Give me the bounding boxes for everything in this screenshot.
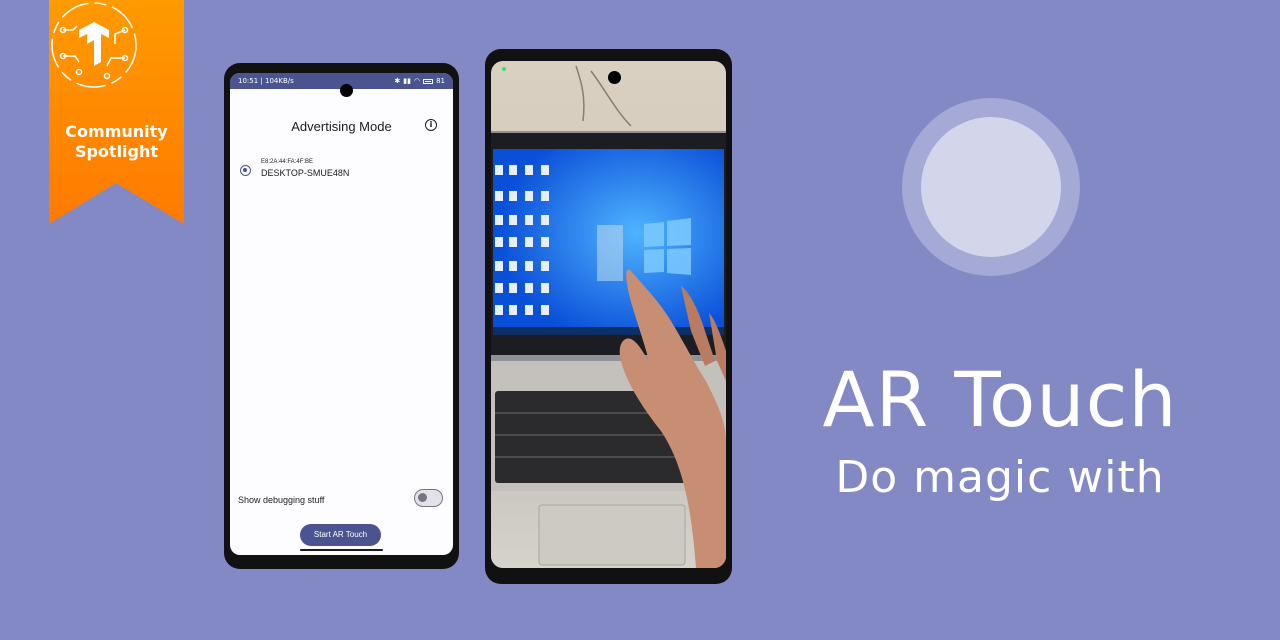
community-spotlight-ribbon: Community Spotlight bbox=[49, 0, 184, 224]
phone-camera-view bbox=[485, 49, 732, 584]
bluetooth-icon: ✱ bbox=[394, 77, 401, 85]
toggle-knob bbox=[418, 493, 427, 502]
front-camera-cutout bbox=[340, 84, 353, 97]
debug-toggle-label: Show debugging stuff bbox=[238, 495, 325, 505]
hero-title: AR Touch bbox=[822, 355, 1178, 444]
radio-button-selected[interactable] bbox=[240, 165, 251, 176]
front-camera-cutout bbox=[608, 71, 621, 84]
status-time: 10:51 bbox=[238, 77, 259, 85]
page-title: Advertising Mode bbox=[291, 119, 392, 134]
laptop-photo-illustration bbox=[491, 61, 726, 568]
battery-icon bbox=[423, 78, 434, 84]
device-mac-address: E8:2A:44:FA:4F:BE bbox=[261, 159, 314, 165]
status-left: 10:51 | 104KB/s bbox=[238, 77, 294, 85]
device-list-item[interactable]: E8:2A:44:FA:4F:BE DESKTOP-SMUE48N bbox=[240, 157, 440, 183]
start-ar-touch-button[interactable]: Start AR Touch bbox=[300, 524, 381, 546]
phone-app-screenshot: 10:51 | 104KB/s ✱ ▮▮ ◠ 81 Advertising Mo… bbox=[224, 63, 459, 569]
status-speed: 104KB/s bbox=[265, 77, 294, 85]
info-icon[interactable]: i bbox=[425, 119, 437, 131]
decorative-circle-inner bbox=[921, 117, 1061, 257]
wifi-icon: ◠ bbox=[413, 77, 421, 85]
camera-photo bbox=[491, 61, 726, 568]
debug-toggle-switch[interactable] bbox=[414, 489, 443, 507]
status-right: ✱ ▮▮ ◠ 81 bbox=[394, 77, 445, 85]
signal-icon: ▮▮ bbox=[403, 77, 411, 85]
ribbon-line-2: Spotlight bbox=[74, 142, 159, 161]
tensorflow-circuit-icon bbox=[51, 2, 137, 88]
device-name: DESKTOP-SMUE48N bbox=[261, 168, 350, 178]
hero-subtitle: Do magic with bbox=[835, 452, 1165, 503]
gesture-nav-handle[interactable] bbox=[300, 549, 383, 551]
app-screen: 10:51 | 104KB/s ✱ ▮▮ ◠ 81 Advertising Mo… bbox=[230, 73, 453, 555]
ribbon-line-1: Community bbox=[65, 122, 168, 141]
ribbon-label: Community Spotlight bbox=[49, 122, 184, 162]
battery-level: 81 bbox=[436, 77, 445, 85]
camera-indicator-dot bbox=[502, 67, 506, 71]
